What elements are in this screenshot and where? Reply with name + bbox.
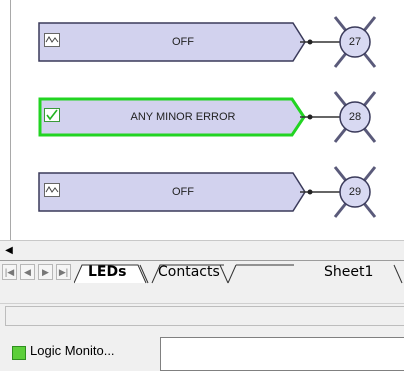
first-sheet-button[interactable]: |◀ <box>2 264 17 280</box>
formula-bar <box>0 284 404 304</box>
tab-sheet1[interactable]: Sheet1 <box>324 263 373 282</box>
checkmark-icon <box>44 108 60 122</box>
sheet-tab-bar: |◀ ◀ ▶ ▶| LEDs Contacts Sheet1 <box>0 260 404 284</box>
status-bar: Logic Monito... <box>0 334 404 371</box>
scroll-left-arrow-icon[interactable]: ◀ <box>2 243 16 258</box>
prev-sheet-button[interactable]: ◀ <box>20 264 35 280</box>
logic-monitor-label[interactable]: Logic Monito... <box>30 343 115 358</box>
green-status-icon <box>12 346 26 360</box>
led-row-28: ANY MINOR ERROR 28 <box>0 87 404 157</box>
status-field <box>160 337 404 371</box>
horizontal-scrollbar[interactable]: ◀ <box>0 240 404 260</box>
led-label: OFF <box>172 186 194 198</box>
tab-leds[interactable]: LEDs <box>88 263 126 282</box>
led-number: 28 <box>348 111 362 123</box>
led-indicator-box[interactable]: OFF <box>38 172 306 212</box>
led-indicator-box[interactable]: OFF <box>38 22 306 62</box>
led-row-27: OFF 27 <box>0 14 404 84</box>
waveform-icon <box>44 33 60 47</box>
led-row-29: OFF 29 <box>0 163 404 233</box>
last-sheet-button[interactable]: ▶| <box>56 264 71 280</box>
led-indicator-box[interactable]: ANY MINOR ERROR <box>38 97 306 137</box>
led-label: ANY MINOR ERROR <box>130 111 236 123</box>
led-canvas: OFF 27 ANY MINOR ERROR 28 OFF 29 <box>0 0 404 240</box>
next-sheet-button[interactable]: ▶ <box>38 264 53 280</box>
led-label: OFF <box>172 36 194 48</box>
status-panel <box>5 306 404 326</box>
led-number: 27 <box>348 36 362 48</box>
waveform-icon <box>44 183 60 197</box>
led-number: 29 <box>348 186 362 198</box>
tab-contacts[interactable]: Contacts <box>158 263 220 282</box>
